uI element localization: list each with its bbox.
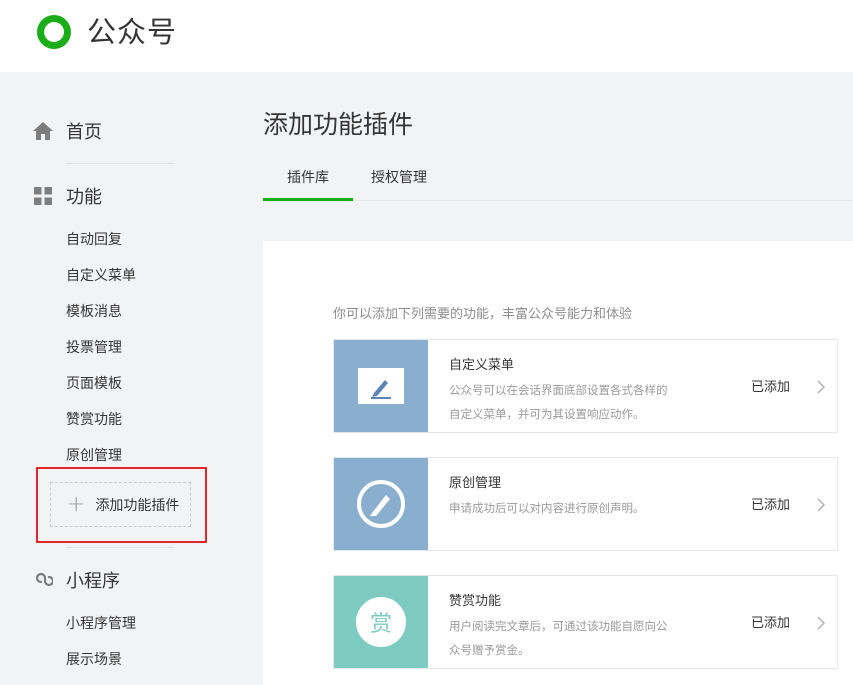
reward-icon-char: 赏 bbox=[369, 612, 392, 637]
sidebar-section-miniprogram[interactable]: 小程序 bbox=[32, 565, 120, 595]
brand-title[interactable]: 公众号 bbox=[87, 12, 177, 52]
sidebar-section-label: 功能 bbox=[66, 187, 102, 208]
link-icon bbox=[32, 569, 54, 591]
plugin-status: 已添加 bbox=[751, 616, 791, 631]
plugin-description-line: 众号赠予赏金。 bbox=[449, 643, 530, 657]
plugin-description-line: 用户阅读完文章后，可通过该功能自愿向公 bbox=[449, 619, 668, 633]
sidebar: 首页 功能 自动回复 自定义菜单 模板消息 投票管理 页面模板 赞赏功能 原创管… bbox=[0, 72, 232, 685]
sidebar-item-label: 首页 bbox=[66, 122, 102, 143]
sidebar-item-page-template[interactable]: 页面模板 bbox=[66, 374, 122, 394]
plugin-thumbnail bbox=[334, 340, 428, 432]
plugin-description-line: 自定义菜单，并可为其设置响应动作。 bbox=[449, 407, 645, 421]
plugin-status: 已添加 bbox=[751, 498, 791, 513]
top-bar: 公众号 bbox=[0, 0, 853, 72]
sidebar-section-label: 小程序 bbox=[66, 571, 120, 592]
reward-icon: 赏 bbox=[356, 597, 406, 647]
sidebar-item-auto-reply[interactable]: 自动回复 bbox=[66, 230, 122, 250]
sidebar-item-custom-menu[interactable]: 自定义菜单 bbox=[66, 266, 136, 286]
plugin-description: 申请成功后可以对内容进行原创声明。 bbox=[449, 496, 689, 520]
sidebar-item-template-message[interactable]: 模板消息 bbox=[66, 302, 122, 322]
plugin-thumbnail bbox=[334, 458, 428, 550]
plugin-panel: 你可以添加下列需要的功能，丰富公众号能力和体验 自定义菜单 公众号可以在会话界面… bbox=[263, 241, 853, 685]
plugin-card-custom-menu[interactable]: 自定义菜单 公众号可以在会话界面底部设置各式各样的 自定义菜单，并可为其设置响应… bbox=[333, 339, 838, 433]
chevron-right-icon[interactable] bbox=[815, 497, 827, 513]
plugin-description-line: 申请成功后可以对内容进行原创声明。 bbox=[449, 501, 645, 515]
sidebar-item-reward[interactable]: 赞赏功能 bbox=[66, 410, 122, 430]
sidebar-item-home[interactable]: 首页 bbox=[32, 116, 102, 146]
tab-plugin-library[interactable]: 插件库 bbox=[263, 160, 353, 201]
chevron-right-icon[interactable] bbox=[815, 379, 827, 395]
plugin-card-original-management[interactable]: 原创管理 申请成功后可以对内容进行原创声明。 已添加 bbox=[333, 457, 838, 551]
pen-circle-icon bbox=[357, 480, 405, 528]
sidebar-divider bbox=[66, 547, 174, 548]
tab-authorization[interactable]: 授权管理 bbox=[359, 160, 439, 201]
sidebar-divider bbox=[66, 163, 174, 164]
plugin-description: 公众号可以在会话界面底部设置各式各样的 自定义菜单，并可为其设置响应动作。 bbox=[449, 378, 689, 426]
plugin-name: 赞赏功能 bbox=[449, 594, 502, 609]
plugin-description: 用户阅读完文章后，可通过该功能自愿向公 众号赠予赏金。 bbox=[449, 614, 689, 662]
sidebar-section-features[interactable]: 功能 bbox=[32, 181, 102, 211]
sidebar-item-display-scene[interactable]: 展示场景 bbox=[66, 650, 122, 670]
grid-icon bbox=[32, 185, 54, 207]
plugin-thumbnail: 赏 bbox=[334, 576, 428, 668]
chevron-right-icon[interactable] bbox=[815, 615, 827, 631]
sidebar-item-miniprogram-management[interactable]: 小程序管理 bbox=[66, 614, 136, 634]
menu-edit-icon bbox=[358, 368, 404, 404]
intro-text: 你可以添加下列需要的功能，丰富公众号能力和体验 bbox=[333, 307, 633, 322]
highlight-box bbox=[36, 467, 207, 543]
plugin-description-line: 公众号可以在会话界面底部设置各式各样的 bbox=[449, 383, 668, 397]
sidebar-item-vote-management[interactable]: 投票管理 bbox=[66, 338, 122, 358]
home-icon bbox=[32, 120, 54, 142]
plugin-name: 自定义菜单 bbox=[449, 358, 515, 373]
plugin-name: 原创管理 bbox=[449, 476, 502, 491]
page-title: 添加功能插件 bbox=[263, 110, 414, 139]
plugin-status: 已添加 bbox=[751, 380, 791, 395]
sidebar-item-original-management[interactable]: 原创管理 bbox=[66, 446, 122, 466]
wechat-mp-logo-icon[interactable] bbox=[33, 12, 75, 52]
tab-bar: 插件库 授权管理 bbox=[263, 160, 853, 201]
plugin-card-reward[interactable]: 赏 赞赏功能 用户阅读完文章后，可通过该功能自愿向公 众号赠予赏金。 已添加 bbox=[333, 575, 838, 669]
